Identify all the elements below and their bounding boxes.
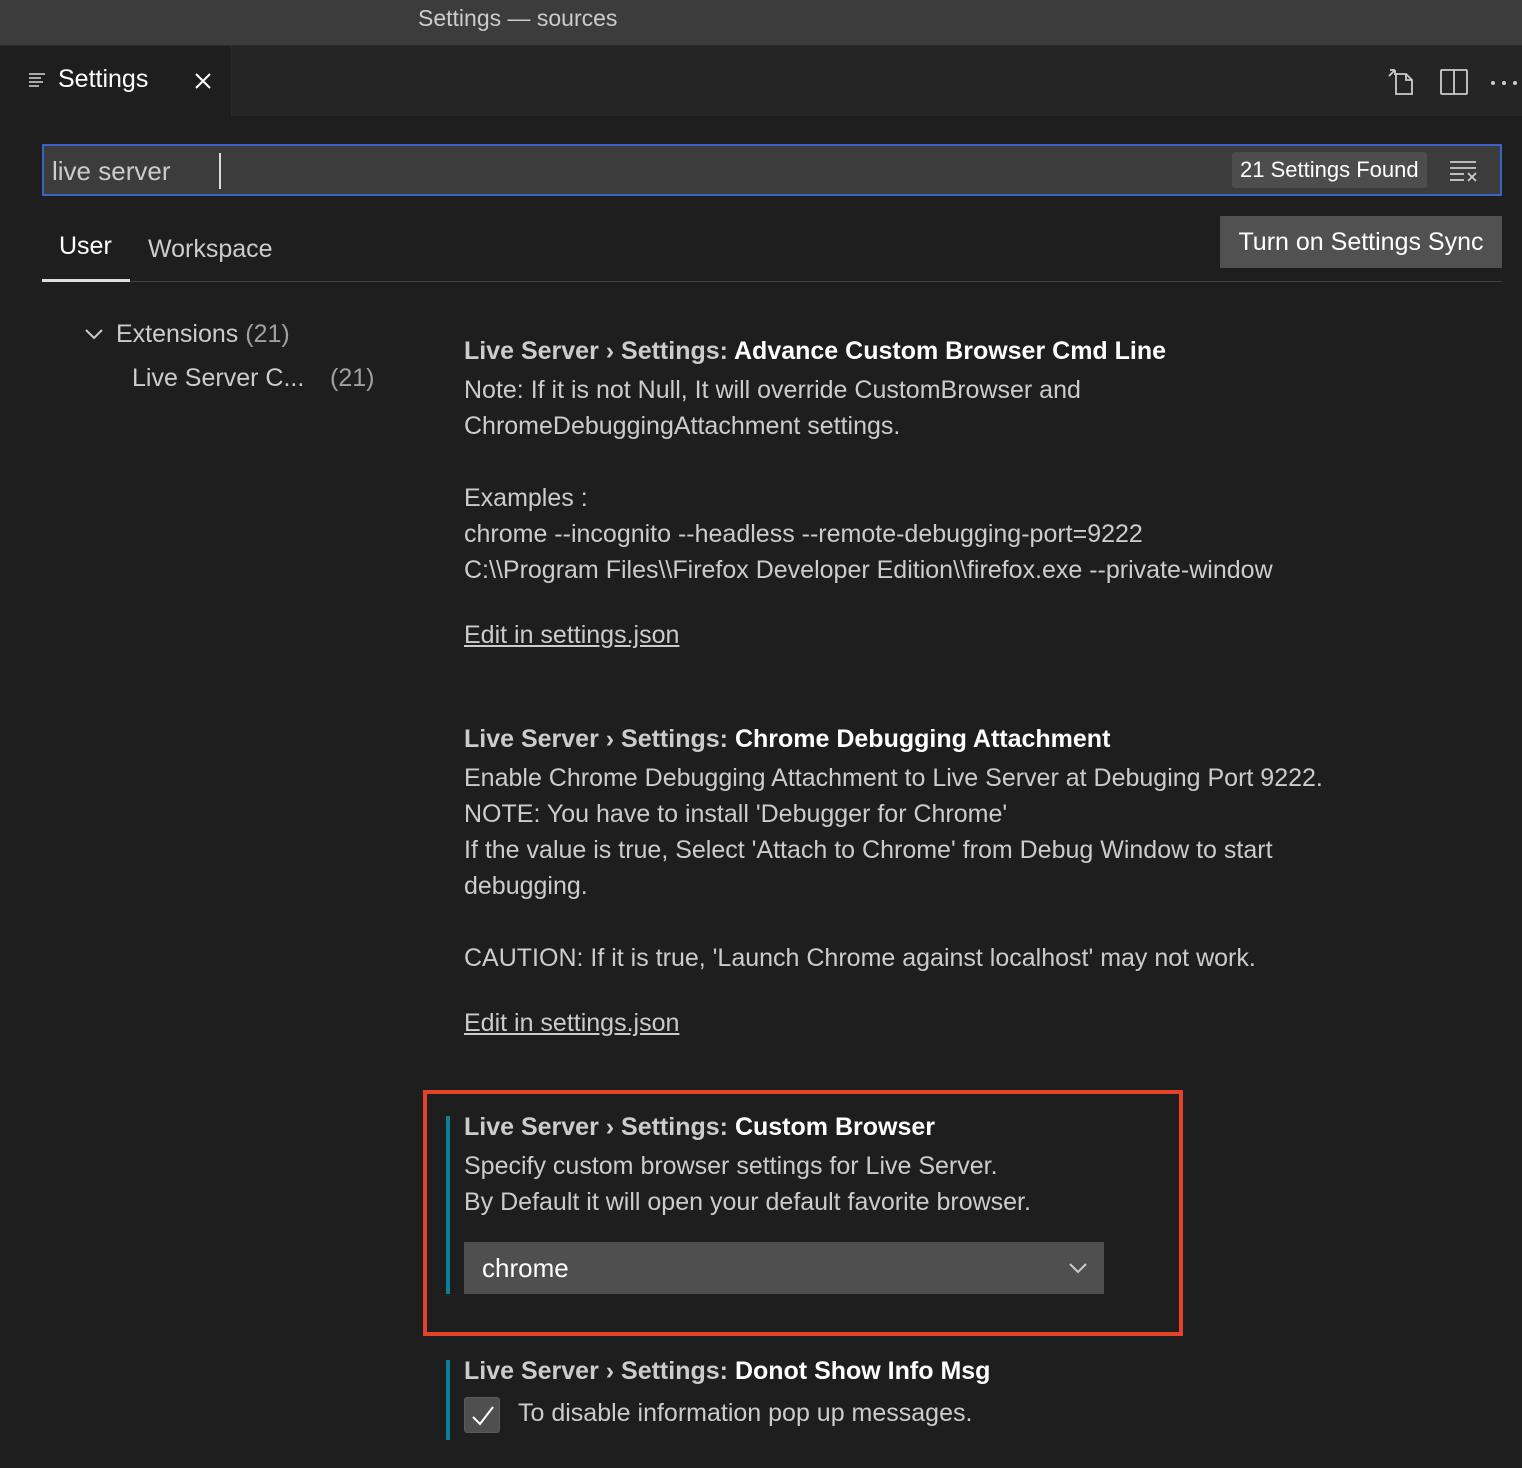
title-bar: Settings — sources <box>0 0 1522 46</box>
description-line: By Default it will open your default fav… <box>464 1188 1031 1216</box>
modified-indicator <box>446 1360 450 1440</box>
description-line: Note: If it is not Null, It will overrid… <box>464 376 1081 404</box>
donot-show-info-msg-checkbox[interactable] <box>464 1397 500 1433</box>
editor-tab-bar: Settings <box>0 46 1522 116</box>
description-line: Enable Chrome Debugging Attachment to Li… <box>464 764 1323 792</box>
tab-workspace[interactable]: Workspace <box>148 235 273 264</box>
open-settings-json-icon[interactable] <box>1386 66 1418 98</box>
tab-user[interactable]: User <box>59 232 112 261</box>
setting-name: Donot Show Info Msg <box>734 1357 991 1385</box>
modified-indicator <box>446 1116 450 1294</box>
edit-in-settings-json-link[interactable]: Edit in settings.json <box>464 621 679 650</box>
window-title: Settings — sources <box>418 5 618 31</box>
turn-on-settings-sync-button[interactable]: Turn on Settings Sync <box>1220 216 1502 268</box>
select-value: chrome <box>482 1253 569 1283</box>
clear-filter-icon[interactable] <box>1448 158 1478 182</box>
toc-item-live-server[interactable]: Live Server C... <box>132 364 304 393</box>
setting-title: Live Server › Settings: Custom Browser <box>464 1113 1031 1142</box>
setting-advance-custom-browser-cmd-line: Live Server › Settings: Advance Custom B… <box>464 337 1273 588</box>
setting-title: Live Server › Settings: Chrome Debugging… <box>464 725 1323 754</box>
description-line: NOTE: You have to install 'Debugger for … <box>464 800 1008 828</box>
settings-search-box: 21 Settings Found <box>42 144 1502 196</box>
setting-description: Enable Chrome Debugging Attachment to Li… <box>464 760 1323 976</box>
more-actions-icon[interactable] <box>1488 66 1520 98</box>
settings-editor-tab[interactable]: Settings <box>0 46 232 116</box>
toc-live-server-count: (21) <box>330 364 375 392</box>
toc-item-extensions[interactable]: Extensions (21) <box>116 320 290 349</box>
checkmark-icon <box>472 1406 494 1426</box>
setting-donot-show-info-msg: Live Server › Settings: Donot Show Info … <box>464 1357 990 1386</box>
setting-title: Live Server › Settings: Donot Show Info … <box>464 1357 990 1386</box>
setting-name: Chrome Debugging Attachment <box>734 725 1111 753</box>
custom-browser-select[interactable]: chrome <box>464 1242 1104 1294</box>
description-line: If the value is true, Select 'Attach to … <box>464 836 1273 864</box>
chevron-down-icon <box>1069 1263 1087 1274</box>
close-icon[interactable] <box>192 70 214 92</box>
description-line <box>464 904 1323 940</box>
setting-category: Live Server › Settings: <box>464 1357 735 1385</box>
setting-category: Live Server › Settings: <box>464 1113 735 1141</box>
text-cursor <box>219 153 221 189</box>
settings-list-icon <box>29 73 45 87</box>
setting-custom-browser: Live Server › Settings: Custom Browser S… <box>464 1113 1031 1220</box>
description-line: debugging. <box>464 872 588 900</box>
setting-chrome-debugging-attachment: Live Server › Settings: Chrome Debugging… <box>464 725 1323 976</box>
description-line: chrome --incognito --headless --remote-d… <box>464 520 1143 548</box>
setting-category: Live Server › Settings: <box>464 337 734 365</box>
split-editor-icon[interactable] <box>1438 66 1470 98</box>
results-count-badge: 21 Settings Found <box>1232 152 1427 188</box>
checkbox-label: To disable information pop up messages. <box>518 1399 973 1427</box>
description-line: ChromeDebuggingAttachment settings. <box>464 412 901 440</box>
setting-category: Live Server › Settings: <box>464 725 735 753</box>
toc-extensions-label: Extensions <box>116 320 239 348</box>
edit-in-settings-json-link[interactable]: Edit in settings.json <box>464 1009 679 1038</box>
setting-title: Live Server › Settings: Advance Custom B… <box>464 337 1273 366</box>
chevron-down-icon[interactable] <box>84 326 104 342</box>
setting-description: Specify custom browser settings for Live… <box>464 1148 1031 1220</box>
description-line: CAUTION: If it is true, 'Launch Chrome a… <box>464 944 1256 972</box>
description-line: Examples : <box>464 484 588 512</box>
tab-label: Settings <box>58 65 149 93</box>
active-tab-indicator <box>42 279 130 282</box>
description-line: Specify custom browser settings for Live… <box>464 1152 998 1180</box>
toc-extensions-count: (21) <box>245 320 290 348</box>
settings-search-input[interactable] <box>52 154 1202 188</box>
setting-name: Custom Browser <box>734 1113 935 1141</box>
description-line: C:\\Program Files\\Firefox Developer Edi… <box>464 556 1273 584</box>
description-line <box>464 444 1273 480</box>
setting-name: Advance Custom Browser Cmd Line <box>734 337 1167 365</box>
setting-description: Note: If it is not Null, It will overrid… <box>464 372 1273 588</box>
